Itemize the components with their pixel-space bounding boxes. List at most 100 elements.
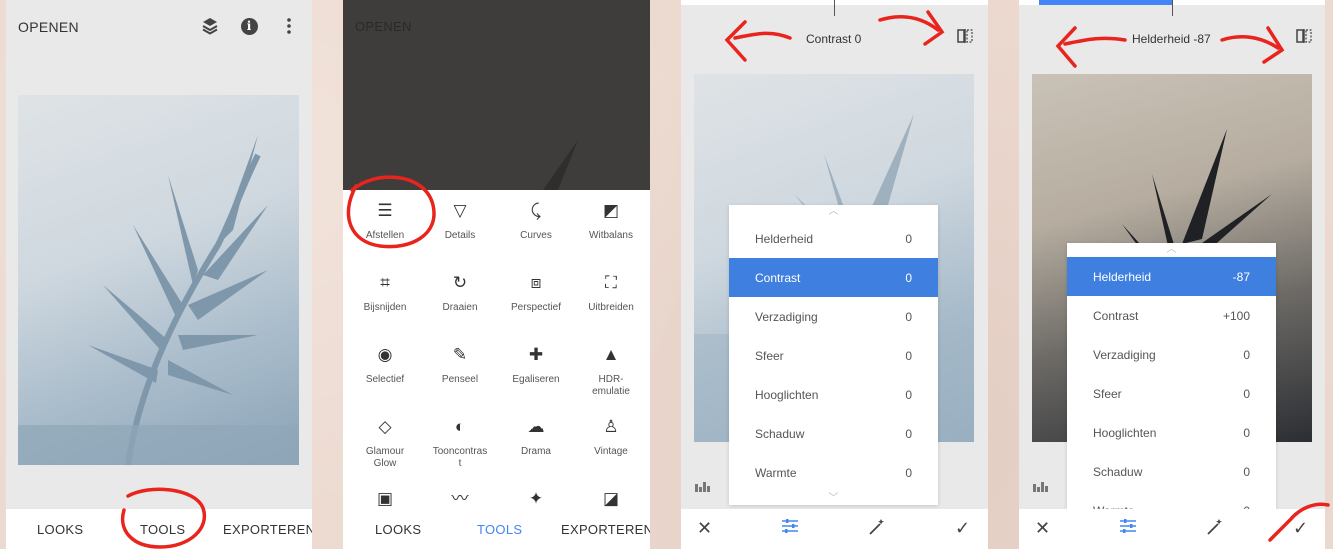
- menu-item-label: Warmte: [755, 466, 797, 480]
- apply-check-icon[interactable]: ✓: [955, 518, 970, 539]
- menu-item-contrast[interactable]: Contrast +100: [1067, 296, 1276, 335]
- tune-icon[interactable]: [781, 518, 799, 539]
- cancel-icon[interactable]: ✕: [697, 518, 712, 539]
- cancel-icon[interactable]: ✕: [1035, 518, 1050, 539]
- adjust-header: Helderheid -87: [1019, 0, 1325, 74]
- main-screen-panel: OPENEN i LOOKS TOOLS EXPORTEREN: [6, 0, 312, 549]
- expand-icon: ⛶: [605, 273, 617, 292]
- menu-item-schaduw[interactable]: Schaduw 0: [729, 414, 938, 453]
- tool-healing[interactable]: ✚ Egaliseren: [498, 344, 574, 386]
- adjust-panel-brightness: Helderheid -87 ︿ Helderheid -87 Contrast +10…: [1019, 0, 1325, 549]
- tool-expand[interactable]: ⛶ Uitbreiden: [573, 272, 649, 314]
- grunge-icon: ✦: [528, 489, 544, 508]
- menu-item-label: Sfeer: [1093, 387, 1122, 401]
- tab-tools[interactable]: TOOLS: [477, 522, 522, 537]
- more-vert-icon[interactable]: [278, 15, 300, 37]
- white-balance-icon: ◩: [602, 201, 620, 220]
- tool-label: Afstellen: [365, 230, 405, 241]
- menu-item-schaduw[interactable]: Schaduw 0: [1067, 452, 1276, 491]
- tool-label: Glamour Glow: [365, 446, 405, 469]
- tonal-contrast-icon: ◐: [454, 417, 466, 436]
- tab-looks[interactable]: LOOKS: [37, 522, 83, 537]
- tool-selective[interactable]: ◉ Selectief: [347, 344, 423, 386]
- compare-icon[interactable]: [957, 29, 973, 47]
- menu-item-helderheid[interactable]: Helderheid -87: [1067, 257, 1276, 296]
- menu-item-verzadiging[interactable]: Verzadiging 0: [1067, 335, 1276, 374]
- menu-item-helderheid[interactable]: Helderheid 0: [729, 219, 938, 258]
- compare-icon[interactable]: [1296, 29, 1312, 47]
- menu-item-hooglichten[interactable]: Hooglichten 0: [729, 375, 938, 414]
- tool-label: Vintage: [594, 446, 628, 457]
- tab-tools[interactable]: TOOLS: [140, 522, 185, 537]
- action-bar: ✕ ✓: [681, 509, 988, 549]
- auto-magic-icon[interactable]: [868, 518, 886, 541]
- grainy-film-icon: ▣: [376, 489, 394, 508]
- tool-mustache[interactable]: 〰: [422, 488, 498, 510]
- layers-icon[interactable]: [199, 15, 221, 37]
- tool-label: Bijsnijden: [363, 302, 407, 313]
- tab-exporteren[interactable]: EXPORTEREN: [223, 522, 312, 537]
- tool-label: Tooncontras t: [432, 446, 488, 469]
- tool-drama[interactable]: ☁ Drama: [498, 416, 574, 458]
- info-icon[interactable]: i: [238, 15, 260, 37]
- menu-item-value: 0: [905, 388, 912, 402]
- mustache-icon: 〰: [451, 489, 469, 508]
- menu-item-value: 0: [905, 310, 912, 324]
- bottom-nav: LOOKS TOOLS EXPORTEREN: [6, 509, 312, 549]
- adjust-panel-contrast: Contrast 0 ︿ Helderheid 0 Contrast 0 Verzadig…: [681, 0, 988, 549]
- tool-hdr[interactable]: ▲ HDR- emulatie: [573, 344, 649, 398]
- tool-label: Curves: [520, 230, 552, 241]
- tool-tonal-contrast[interactable]: ◐ Tooncontras t: [422, 416, 498, 470]
- open-button[interactable]: OPENEN: [18, 19, 79, 35]
- tool-brush[interactable]: ✎ Penseel: [422, 344, 498, 386]
- curves-icon: ⤹: [530, 201, 542, 220]
- adjust-menu: ︿ Helderheid -87 Contrast +100 Verzadiging 0 Sf…: [1067, 243, 1276, 510]
- tune-icon[interactable]: [1119, 518, 1137, 539]
- tool-label: Egaliseren: [512, 374, 560, 385]
- tool-details-triangle[interactable]: ▽ Details: [422, 200, 498, 242]
- menu-item-label: Helderheid: [1093, 270, 1152, 284]
- tab-exporteren[interactable]: EXPORTEREN: [561, 522, 650, 537]
- histogram-icon[interactable]: [695, 480, 711, 495]
- selective-icon: ◉: [377, 345, 393, 364]
- tool-rotate[interactable]: ↻ Draaien: [422, 272, 498, 314]
- dimmed-photo-area: OPENEN: [343, 0, 650, 190]
- histogram-icon[interactable]: [1033, 480, 1049, 495]
- tool-grunge[interactable]: ✦: [498, 488, 574, 510]
- tool-curves[interactable]: ⤹ Curves: [498, 200, 574, 242]
- perspective-icon: ⧈: [530, 273, 542, 292]
- menu-handle-up[interactable]: ︿: [729, 205, 938, 219]
- menu-handle-up[interactable]: ︿: [1067, 243, 1276, 257]
- menu-item-value: +100: [1222, 309, 1250, 323]
- menu-item-warmte[interactable]: Warmte0: [1067, 491, 1276, 510]
- auto-magic-icon[interactable]: [1206, 518, 1224, 541]
- tool-label: Penseel: [441, 374, 479, 385]
- menu-item-hooglichten[interactable]: Hooglichten 0: [1067, 413, 1276, 452]
- tool-perspective[interactable]: ⧈ Perspectief: [498, 272, 574, 314]
- tools-panel: OPENEN ☰ Afstellen ▽ Details ⤹ Curves ◩ Witbala…: [343, 0, 650, 549]
- menu-item-label: Verzadiging: [1093, 348, 1156, 362]
- action-bar: ✕ ✓: [1019, 509, 1325, 549]
- menu-item-value: 0: [1243, 387, 1250, 401]
- menu-item-value: 0: [1243, 426, 1250, 440]
- menu-handle-down[interactable]: ﹀: [729, 492, 938, 506]
- tool-white-balance[interactable]: ◩ Witbalans: [573, 200, 649, 242]
- menu-item-label: Contrast: [755, 271, 801, 285]
- tool-label: Details: [444, 230, 476, 241]
- menu-item-label: Hooglichten: [1093, 426, 1157, 440]
- menu-item-sfeer[interactable]: Sfeer 0: [729, 336, 938, 375]
- tool-crop[interactable]: ⌗ Bijsnijden: [347, 272, 423, 314]
- dimmed-palm-graphic: [543, 140, 578, 190]
- tool-black-white[interactable]: ◪: [573, 488, 649, 510]
- tool-vintage[interactable]: ♙ Vintage: [573, 416, 649, 458]
- tab-looks[interactable]: LOOKS: [375, 522, 421, 537]
- tool-grainy-film[interactable]: ▣: [347, 488, 423, 510]
- tool-tune[interactable]: ☰ Afstellen: [347, 200, 423, 242]
- tool-glamour-glow[interactable]: ◇ Glamour Glow: [347, 416, 423, 470]
- photo-preview: [18, 95, 299, 466]
- menu-item-verzadiging[interactable]: Verzadiging 0: [729, 297, 938, 336]
- apply-check-icon[interactable]: ✓: [1293, 518, 1308, 539]
- menu-item-warmte[interactable]: Warmte0: [729, 453, 938, 492]
- menu-item-sfeer[interactable]: Sfeer 0: [1067, 374, 1276, 413]
- menu-item-contrast[interactable]: Contrast 0: [729, 258, 938, 297]
